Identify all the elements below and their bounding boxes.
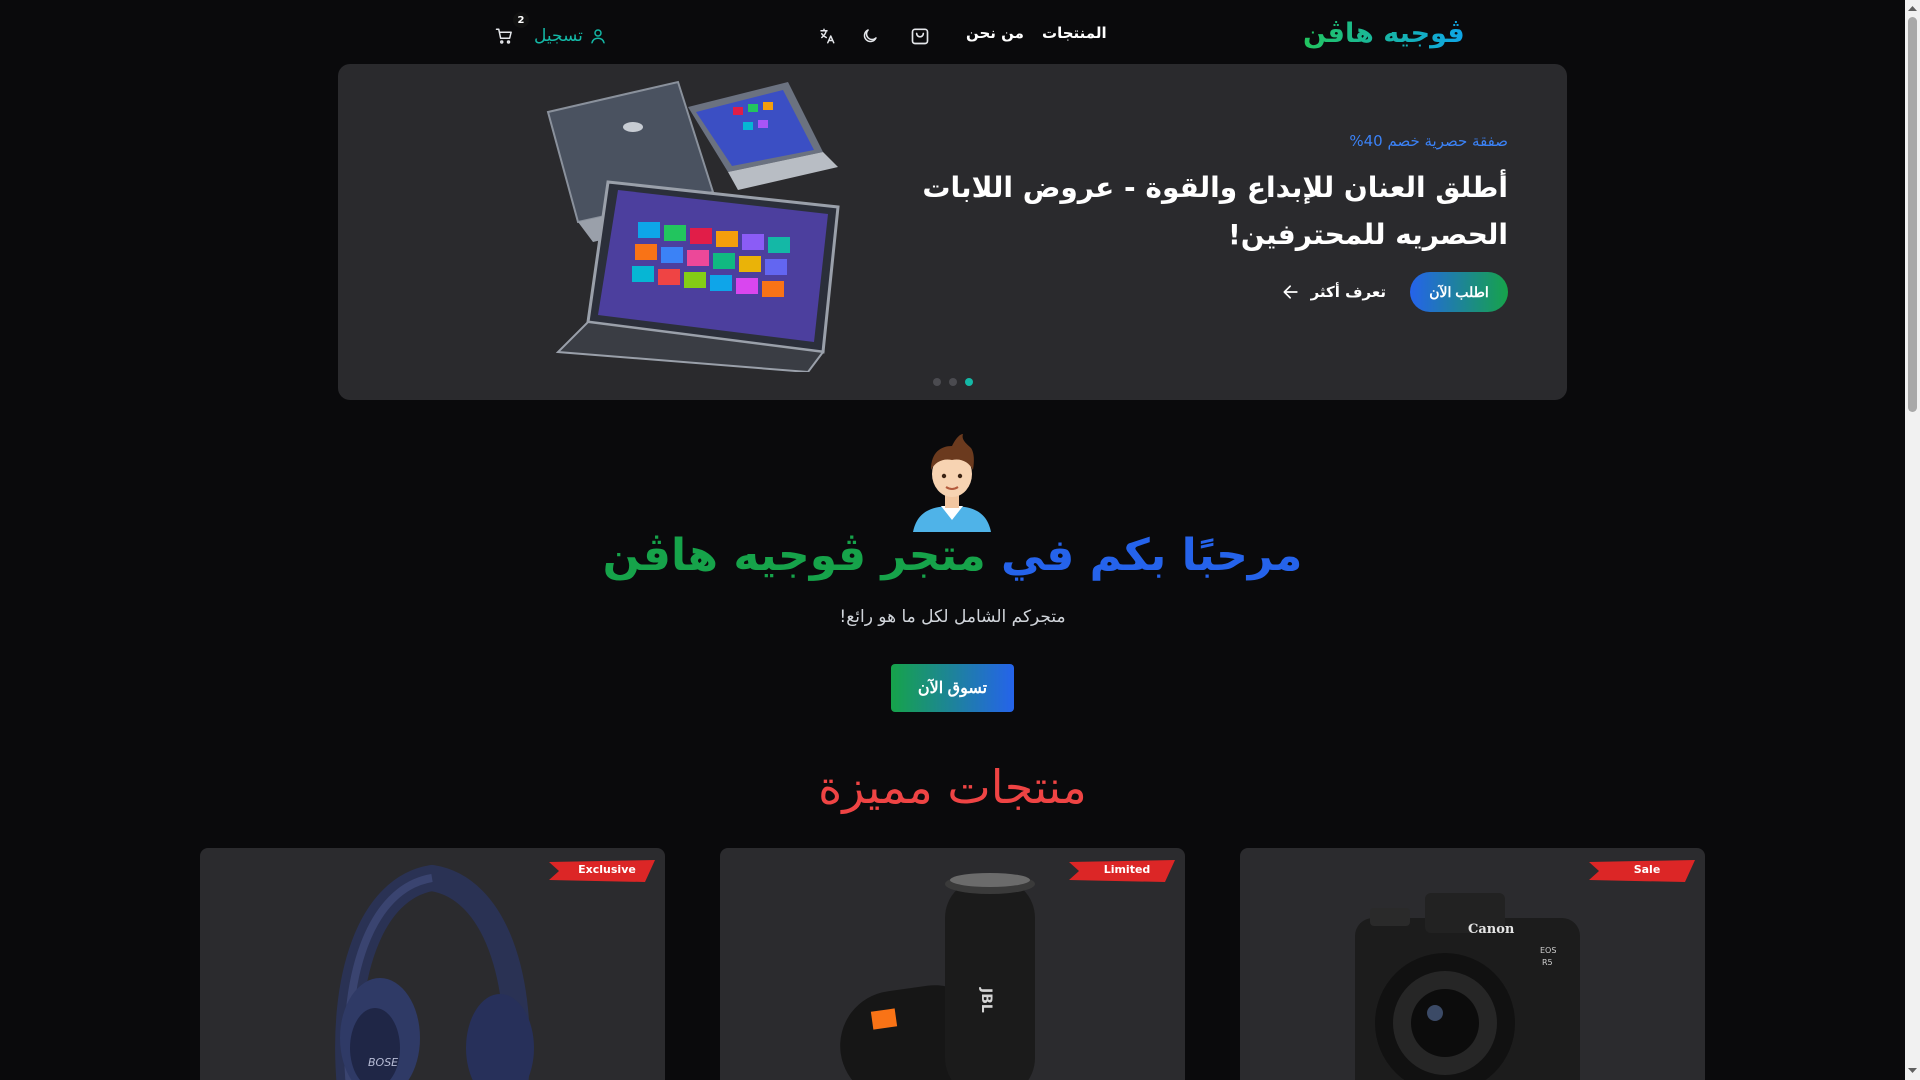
nav-about-link[interactable]: من نحن [966, 24, 1024, 42]
slider-dot-active[interactable] [965, 378, 973, 386]
product-card-speaker[interactable]: JBL Limited [720, 848, 1185, 1080]
welcome-heading-part1: مرحبًا بكم في [1001, 530, 1303, 581]
login-link[interactable]: تسجيل [534, 22, 607, 50]
top-navbar: ڤوجيه هاڤن المنتجات من نحن تسجيل 2 [0, 0, 1900, 72]
nav-products-link[interactable]: المنتجات [1042, 24, 1107, 42]
learn-more-link[interactable]: تعرف أكثر [1281, 282, 1386, 302]
svg-text:JBL: JBL [978, 987, 994, 1013]
hero-kicker: صفقة حصرية خصم 40% [1349, 132, 1508, 150]
learn-more-label: تعرف أكثر [1310, 283, 1386, 301]
page-scrollbar[interactable] [1905, 0, 1920, 1080]
shop-now-button[interactable]: تسوق الآن [891, 664, 1014, 712]
badge-limited: Limited [1103, 863, 1151, 876]
cart-icon[interactable] [490, 22, 518, 50]
welcome-heading-part2: متجر ڤوجيه هاڤن [602, 530, 986, 581]
hero-slider: صفقة حصرية خصم 40% أطلق العنان للإبداع و… [338, 64, 1567, 400]
welcome-heading: مرحبًا بكم في متجر ڤوجيه هاڤن [0, 530, 1905, 581]
svg-text:EOS: EOS [1540, 946, 1556, 955]
arrow-left-icon [1283, 285, 1298, 299]
hero-text: صفقة حصرية خصم 40% أطلق العنان للإبداع و… [908, 132, 1508, 258]
slider-dot[interactable] [949, 378, 957, 386]
shopping-bag-icon[interactable] [906, 22, 934, 50]
scroll-down-icon[interactable] [1908, 1066, 1917, 1075]
product-card-camera[interactable]: Canon EOS R5 Sale [1240, 848, 1705, 1080]
svg-text:R5: R5 [1542, 958, 1553, 967]
badge-exclusive: Exclusive [578, 863, 636, 876]
svg-text:BOSE: BOSE [368, 1056, 398, 1069]
user-icon [591, 29, 605, 44]
order-now-button[interactable]: اطلب الآن [1410, 272, 1508, 312]
scroll-up-icon[interactable] [1908, 4, 1917, 13]
hero-actions: اطلب الآن تعرف أكثر [1281, 272, 1508, 312]
svg-text:Canon: Canon [1468, 922, 1515, 937]
avatar [913, 434, 991, 532]
translate-icon[interactable] [813, 22, 841, 50]
welcome-subtitle: متجركم الشامل لكل ما هو رائع! [839, 607, 1066, 627]
hero-title: أطلق العنان للإبداع والقوة - عروض اللابا… [922, 171, 1508, 251]
slider-dot[interactable] [933, 378, 941, 386]
scrollbar-thumb[interactable] [1908, 17, 1917, 412]
product-card-headphones[interactable]: BOSE Exclusive [200, 848, 665, 1080]
login-label: تسجيل [534, 26, 583, 46]
laptops-image [546, 80, 840, 372]
cart-count-badge: 2 [513, 12, 529, 28]
slider-dots [933, 378, 973, 386]
brand-logo[interactable]: ڤوجيه هاڤن [1303, 18, 1465, 49]
moon-icon[interactable] [856, 22, 884, 50]
featured-products-title: منتجات مميزة [818, 760, 1087, 814]
badge-sale: Sale [1633, 863, 1661, 876]
